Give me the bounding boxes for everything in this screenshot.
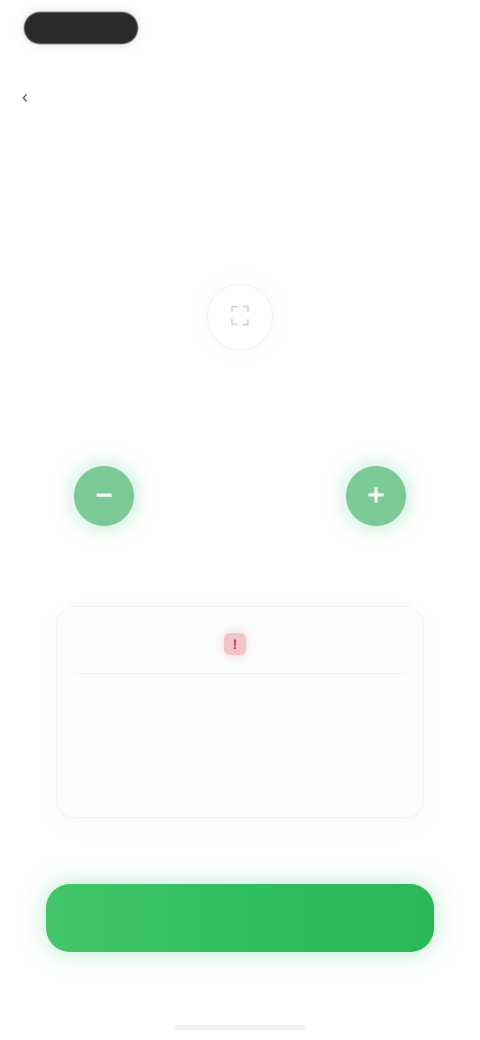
home-indicator bbox=[175, 1025, 305, 1030]
warning-icon: ! bbox=[224, 633, 246, 655]
warning-row: ! bbox=[75, 633, 405, 655]
header: ‹ bbox=[22, 80, 458, 106]
top-pill bbox=[24, 12, 138, 44]
increment-button[interactable]: + bbox=[346, 466, 406, 526]
info-card: ! bbox=[56, 606, 424, 818]
decrement-button[interactable]: − bbox=[74, 466, 134, 526]
chevron-left-icon[interactable]: ‹ bbox=[22, 88, 40, 106]
minus-icon: − bbox=[95, 479, 113, 512]
placeholder-icon: ⛶ bbox=[207, 284, 273, 350]
divider bbox=[75, 673, 405, 674]
plus-icon: + bbox=[367, 479, 385, 512]
quantity-stepper[interactable]: − + bbox=[74, 464, 406, 528]
primary-button[interactable] bbox=[46, 884, 434, 952]
phone-screen: ‹ ⛶ − + ! bbox=[0, 0, 480, 1040]
